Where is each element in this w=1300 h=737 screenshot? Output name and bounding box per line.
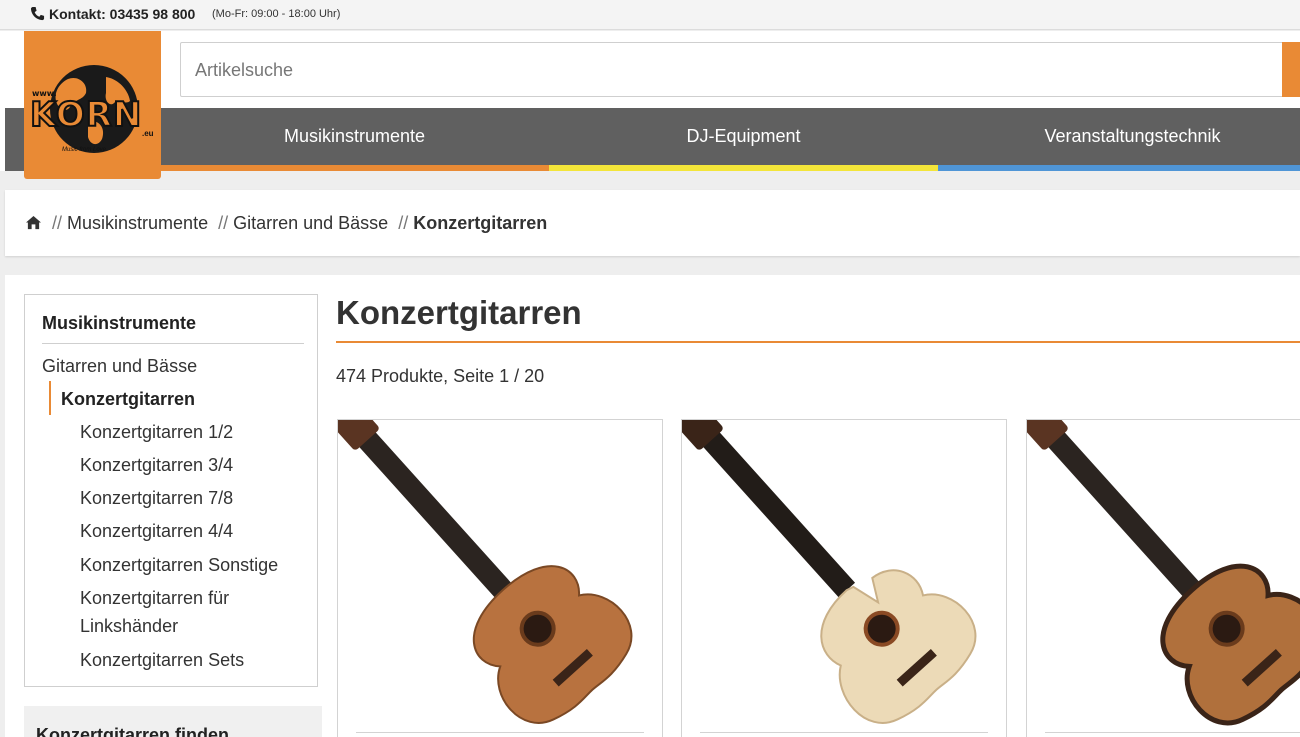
search-box <box>180 42 1290 97</box>
sidebar-subitem[interactable]: Konzertgitarren Sets <box>80 646 244 674</box>
breadcrumb-separator: // <box>52 213 63 233</box>
sidebar-item-gitarren-und-baesse[interactable]: Gitarren und Bässe <box>42 356 197 377</box>
card-divider <box>700 732 988 733</box>
main-navigation: Musikinstrumente DJ-Equipment Veranstalt… <box>5 108 1300 171</box>
active-indicator <box>49 381 51 415</box>
card-divider <box>356 732 644 733</box>
home-icon[interactable] <box>25 215 42 230</box>
contact-bar: Kontakt: 03435 98 800 (Mo-Fr: 09:00 - 18… <box>0 0 1300 30</box>
nav-accent-bar <box>938 165 1300 171</box>
site-logo[interactable]: www. KORN .eu Music from Love <box>24 31 161 179</box>
nav-item-label: DJ-Equipment <box>686 126 801 146</box>
nav-item-veranstaltungstechnik[interactable]: Veranstaltungstechnik <box>938 108 1300 171</box>
page-title: Konzertgitarren <box>336 294 582 331</box>
classical-guitar-image[interactable] <box>1027 420 1300 737</box>
sidebar-subitem[interactable]: Konzertgitarren 3/4 <box>80 451 233 479</box>
classical-guitar-image[interactable] <box>682 420 1007 737</box>
breadcrumb-link-gitarren-und-baesse[interactable]: Gitarren und Bässe <box>233 213 388 233</box>
card-divider <box>1045 732 1300 733</box>
classical-guitar-image[interactable] <box>338 420 663 737</box>
breadcrumb: //Musikinstrumente //Gitarren und Bässe … <box>25 213 547 234</box>
sidebar-subitem[interactable]: Konzertgitarren Sonstige <box>80 551 278 579</box>
logo-tld: .eu <box>142 129 154 138</box>
nav-item-musikinstrumente[interactable]: Musikinstrumente <box>160 108 549 171</box>
sidebar-divider <box>42 343 304 344</box>
sidebar-title[interactable]: Musikinstrumente <box>42 313 196 334</box>
sidebar-subitem[interactable]: Konzertgitarren für Linkshänder <box>80 584 260 640</box>
phone-icon <box>30 6 45 21</box>
nav-accent-bar <box>549 165 938 171</box>
contact-phone[interactable]: Kontakt: 03435 98 800 <box>49 6 195 22</box>
product-card[interactable] <box>681 419 1007 737</box>
sidebar-subitem[interactable]: Konzertgitarren 4/4 <box>80 517 233 545</box>
nav-item-dj-equipment[interactable]: DJ-Equipment <box>549 108 938 171</box>
breadcrumb-current: Konzertgitarren <box>413 213 548 233</box>
category-sidebar: Musikinstrumente Gitarren und Bässe Konz… <box>24 294 318 687</box>
sidebar-subitem[interactable]: Konzertgitarren 1/2 <box>80 418 233 446</box>
filter-title[interactable]: Konzertgitarren finden <box>36 725 229 737</box>
search-input[interactable] <box>195 57 1275 83</box>
search-button[interactable] <box>1282 42 1300 97</box>
opening-hours: (Mo-Fr: 09:00 - 18:00 Uhr) <box>212 8 341 20</box>
breadcrumb-link-musikinstrumente[interactable]: Musikinstrumente <box>67 213 208 233</box>
product-card[interactable] <box>1026 419 1300 737</box>
breadcrumb-panel: //Musikinstrumente //Gitarren und Bässe … <box>5 190 1300 256</box>
breadcrumb-separator: // <box>398 213 409 233</box>
nav-item-label: Veranstaltungstechnik <box>1044 126 1221 146</box>
nav-item-label: Musikinstrumente <box>283 126 426 146</box>
breadcrumb-separator: // <box>218 213 229 233</box>
product-card[interactable] <box>337 419 663 737</box>
product-count: 474 Produkte, Seite 1 / 20 <box>336 366 545 386</box>
logo-name: KORN <box>29 94 143 136</box>
logo-tagline: Music from Love <box>62 147 107 153</box>
filter-panel: Konzertgitarren finden <box>24 706 322 737</box>
nav-accent-bar <box>160 165 549 171</box>
sidebar-subitem[interactable]: Konzertgitarren 7/8 <box>80 484 233 512</box>
sidebar-item-konzertgitarren[interactable]: Konzertgitarren <box>61 389 195 410</box>
title-divider <box>336 341 1300 343</box>
